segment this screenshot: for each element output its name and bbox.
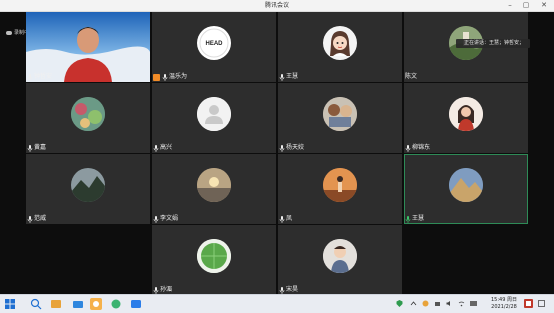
participant-name: 范威 (27, 215, 46, 223)
participant-name: 陈文 (405, 73, 418, 80)
participant-name: 王慧 (405, 215, 424, 223)
microphone-speaking-icon (405, 215, 411, 223)
avatar (323, 97, 357, 131)
participant-tile[interactable]: 王慧 (278, 12, 402, 82)
participant-name: 柳锦东 (405, 144, 430, 152)
avatar (71, 168, 105, 202)
speaking-label: 正在讲话：王慧；钟哲安； (464, 40, 525, 46)
microphone-icon (27, 215, 33, 223)
avatar (323, 239, 357, 273)
participant-name: 凤 (279, 215, 292, 223)
clock-date: 2021/2/28 (491, 304, 517, 310)
participant-tile[interactable]: 柳锦东 (404, 83, 528, 153)
svg-text:HEAD: HEAD (205, 41, 223, 47)
avatar (449, 97, 483, 131)
wifi-icon[interactable] (458, 300, 465, 307)
avatar (197, 239, 231, 273)
default-user-icon (197, 97, 231, 131)
participant-name: 李文娟 (153, 215, 178, 223)
participant-tile[interactable]: 凤 (278, 154, 402, 224)
avatar (449, 168, 483, 202)
participant-tile[interactable]: 高兴 (152, 83, 276, 153)
tencent-meeting-icon[interactable] (130, 298, 142, 310)
participant-name: 宋昊 (279, 286, 298, 294)
participant-name: 温乐为 (153, 73, 187, 81)
participant-tile[interactable]: 李文娟 (152, 154, 276, 224)
avatar (197, 168, 231, 202)
clock-time: 15:49 周日 (491, 297, 517, 303)
action-center-icon[interactable] (538, 300, 545, 307)
participant-tile[interactable]: 宋昊 (278, 225, 402, 295)
participant-tile[interactable]: 黄嘉 (26, 83, 150, 153)
participant-name: 黄嘉 (27, 144, 46, 152)
participant-tile[interactable]: HEAD 温乐为 (152, 12, 276, 82)
participant-tile[interactable]: 范威 (26, 154, 150, 224)
participant-name: 杨天姣 (279, 144, 304, 152)
microphone-icon (279, 286, 285, 294)
participant-grid: 钟哲安 HEAD 温乐为 王慧 陈文 黄嘉 高兴 杨天姣 柳锦东 范威 李文娟 … (26, 12, 528, 295)
participant-name: 孙湄 (153, 286, 172, 294)
microphone-icon (279, 144, 285, 152)
avatar: HEAD (197, 26, 231, 60)
microphone-icon (279, 73, 285, 81)
microphone-icon (27, 73, 33, 81)
host-icon (153, 73, 160, 81)
notification-icon[interactable] (524, 299, 533, 308)
camera-video (26, 12, 150, 82)
participant-name: 高兴 (153, 144, 172, 152)
microphone-icon (153, 286, 159, 294)
security-icon[interactable] (396, 300, 403, 307)
minimize-button[interactable]: – (502, 0, 518, 11)
microphone-icon (162, 73, 168, 81)
participant-tile[interactable]: 杨天姣 (278, 83, 402, 153)
app-icon[interactable] (90, 298, 102, 310)
microphone-icon (27, 144, 33, 152)
microphone-icon (153, 144, 159, 152)
folder-icon[interactable] (72, 298, 84, 310)
app-tray-icon[interactable] (422, 300, 429, 307)
window-title: 腾讯会议 (264, 2, 289, 9)
cloud-icon (6, 30, 12, 35)
avatar (323, 168, 357, 202)
search-icon[interactable] (30, 298, 42, 310)
input-method-icon[interactable] (470, 300, 477, 307)
volume-icon[interactable] (446, 300, 453, 307)
participant-tile-active[interactable]: 王慧 (404, 154, 528, 224)
wechat-icon[interactable] (110, 298, 122, 310)
microphone-icon (153, 215, 159, 223)
microphone-icon (279, 215, 285, 223)
title-bar: 腾讯会议 – ▢ ✕ (0, 0, 554, 12)
sogou-icon[interactable] (50, 298, 62, 310)
speaking-indicator: 正在讲话：王慧；钟哲安； (456, 39, 531, 48)
participant-name: 王慧 (279, 73, 298, 81)
avatar (323, 26, 357, 60)
participant-name: 钟哲安 (27, 73, 52, 81)
close-button[interactable]: ✕ (536, 0, 552, 11)
windows-icon[interactable] (4, 298, 16, 310)
avatar (71, 97, 105, 131)
network-icon[interactable] (434, 300, 441, 307)
microphone-icon (405, 144, 411, 152)
system-clock[interactable]: 15:49 周日 2021/2/28 (486, 297, 522, 311)
participant-tile[interactable]: 孙湄 (152, 225, 276, 295)
participant-tile[interactable]: 钟哲安 (26, 12, 150, 82)
maximize-button[interactable]: ▢ (518, 0, 534, 11)
taskbar: 15:49 周日 2021/2/28 (0, 294, 554, 313)
chevron-up-icon[interactable] (410, 300, 417, 307)
